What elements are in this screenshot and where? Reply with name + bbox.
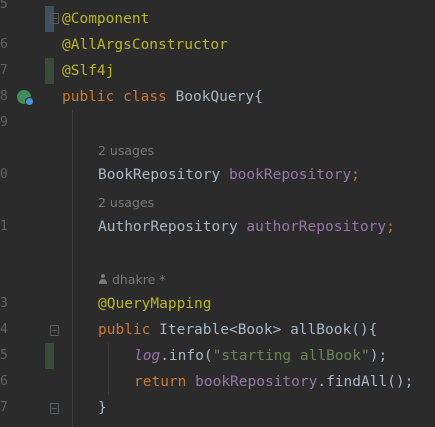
code-line: log.info("starting allBook"); (134, 343, 387, 369)
field-token: bookRepository (195, 374, 318, 390)
line-number: 6 (0, 374, 8, 389)
author-name: dhakre * (112, 272, 166, 287)
keyword-token: return (134, 374, 187, 390)
code-line: AuthorRepository authorRepository; (98, 214, 395, 240)
method-name-token: allBook (290, 322, 352, 338)
line-number: 0 (0, 167, 8, 182)
class-name-token: BookQuery{ (175, 89, 263, 105)
line-number: 8 (0, 89, 8, 104)
punctuation-token: (){ (351, 322, 378, 338)
indent-guide (72, 110, 73, 427)
line-number: 5 (0, 0, 8, 12)
usages-hint[interactable]: 2 usages (98, 193, 154, 213)
string-token: "starting allBook" (212, 348, 370, 364)
annotation-token: @Slf4j (62, 63, 115, 79)
annotation-token: @AllArgsConstructor (62, 37, 228, 53)
type-token: BookRepository (98, 167, 221, 183)
line-number: 7 (0, 400, 8, 415)
annotation-token: @QueryMapping (98, 296, 212, 312)
code-editor[interactable]: 5 6 7 8 9 0 1 3 4 5 6 7 @Component @AllA… (0, 0, 435, 427)
code-line: @QueryMapping (98, 291, 212, 317)
keyword-token: class (123, 89, 167, 105)
field-token: authorRepository (246, 219, 387, 235)
line-number: 4 (0, 322, 8, 337)
code-line: @Slf4j (62, 58, 114, 84)
line-number: 5 (0, 348, 8, 363)
line-number: 9 (0, 115, 8, 130)
method-call-token: .info( (160, 348, 213, 364)
code-line: BookRepository bookRepository; (98, 162, 360, 188)
code-line: return bookRepository.findAll(); (134, 369, 413, 395)
code-line: public Iterable<Book> allBook(){ (98, 317, 377, 343)
line-number: 6 (0, 37, 8, 52)
keyword-token: public (62, 89, 115, 105)
keyword-token: public (98, 322, 151, 338)
line-number: 1 (0, 219, 8, 234)
brace-token: } (98, 400, 107, 416)
punctuation-token: ); (369, 348, 388, 364)
fold-icon[interactable] (50, 403, 59, 414)
semicolon-token: ; (386, 219, 395, 235)
type-token: AuthorRepository (98, 219, 238, 235)
code-line: public class BookQuery{ (62, 84, 263, 110)
type-token: Iterable<Book> (159, 322, 282, 338)
vcs-added-marker[interactable] (45, 58, 54, 84)
code-line: @Component (62, 6, 149, 32)
usages-hint[interactable]: 2 usages (98, 141, 154, 161)
code-line: } (98, 395, 107, 421)
spring-bean-icon[interactable] (17, 90, 34, 106)
code-line: @AllArgsConstructor (62, 32, 228, 58)
field-token: bookRepository (228, 167, 352, 183)
semicolon-token: ; (351, 167, 360, 183)
annotation-token: @Component (62, 11, 150, 27)
fold-icon[interactable] (50, 13, 59, 24)
indent-guide (108, 343, 109, 395)
author-hint[interactable]: dhakre * (98, 270, 166, 290)
editor-gutter: 5 6 7 8 9 0 1 3 4 5 6 7 (0, 0, 59, 427)
vcs-added-marker[interactable] (45, 343, 54, 369)
field-token: log (134, 348, 161, 364)
line-number: 3 (0, 296, 8, 311)
line-number: 7 (0, 63, 8, 78)
fold-icon[interactable] (50, 325, 59, 336)
method-call-token: .findAll(); (317, 374, 414, 390)
person-icon (98, 274, 108, 285)
